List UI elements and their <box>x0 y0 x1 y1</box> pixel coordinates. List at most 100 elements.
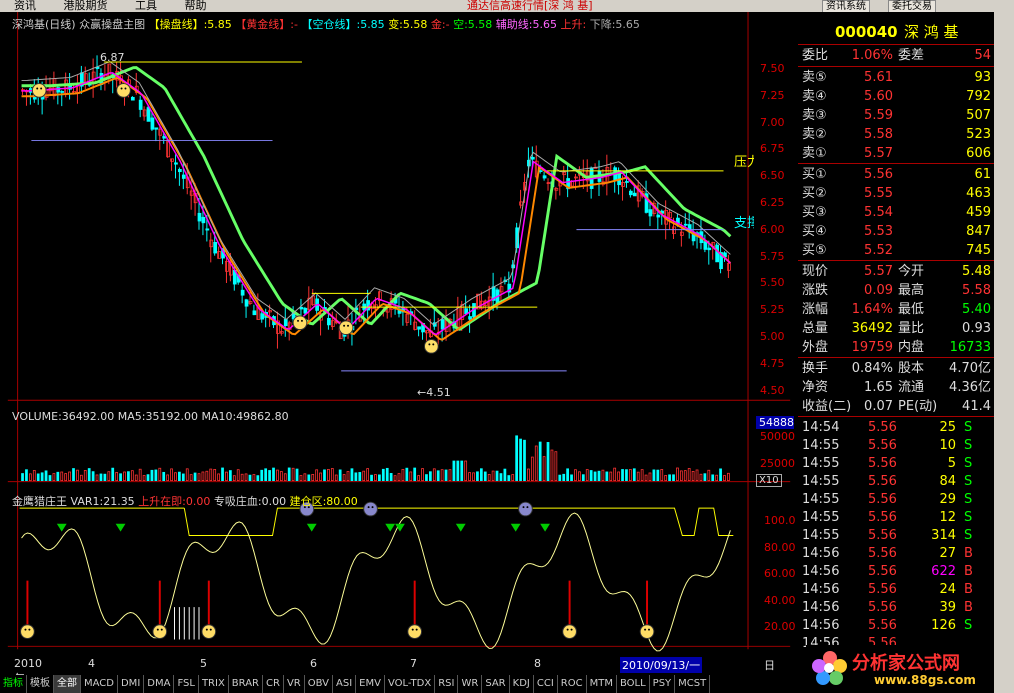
right-scrollbar[interactable] <box>994 0 1014 693</box>
tab-roc[interactable]: ROC <box>558 675 587 693</box>
tick-volume: 126 <box>931 618 956 633</box>
tab-vr[interactable]: VR <box>284 675 305 693</box>
bid-row[interactable]: 买① 5.56 61 <box>798 165 1003 184</box>
volume-bar <box>303 473 307 482</box>
menu-item-hk-futures[interactable]: 港股期货 <box>64 0 108 12</box>
price-tick: 6.50 <box>760 169 785 183</box>
tick-volume: 12 <box>939 510 956 525</box>
volume-bar <box>240 473 244 482</box>
tab-kdj[interactable]: KDJ <box>510 675 534 693</box>
indicator2-tick: 40.00 <box>764 593 796 607</box>
tab-模板[interactable]: 模板 <box>27 675 54 693</box>
menu-item-tools[interactable]: 工具 <box>135 0 157 12</box>
volume-bar <box>181 473 185 482</box>
volume-bar <box>652 469 656 482</box>
ask-row[interactable]: 卖⑤ 5.61 93 <box>798 68 1003 87</box>
stat-value: 5.57 <box>864 264 893 279</box>
volume-bar <box>558 474 562 482</box>
tab-wr[interactable]: WR <box>458 675 483 693</box>
quote-panel: 000040 深 鸿 基 委比 1.06% 委差 54 卖⑤ 5.61 93 卖④… <box>798 12 1014 693</box>
smiley-icon <box>407 624 423 639</box>
bid-row-price: 5.53 <box>864 224 893 239</box>
volume-bar <box>511 474 515 482</box>
menu-item-news[interactable]: 资讯 <box>14 0 36 12</box>
tab-vol-tdx[interactable]: VOL-TDX <box>385 675 436 693</box>
volume-bar <box>534 445 538 482</box>
ask-row[interactable]: 卖② 5.58 523 <box>798 125 1003 144</box>
tab-rsi[interactable]: RSI <box>435 675 459 693</box>
tab-mtm[interactable]: MTM <box>587 675 617 693</box>
candle-body <box>330 320 335 327</box>
smiley-icon-eye <box>160 628 163 631</box>
volume-bar <box>279 471 283 482</box>
op-line-value: :5.85 <box>203 18 232 31</box>
candle-body <box>648 209 653 217</box>
tab-指标[interactable]: 指标 <box>0 675 27 693</box>
volume-bar <box>295 468 299 482</box>
volume-bar <box>483 471 487 482</box>
smiley-icon-eye <box>209 628 212 631</box>
bid-row[interactable]: 买③ 5.54 459 <box>798 203 1003 222</box>
indicator2-tick: 80.00 <box>764 540 796 554</box>
volume-bar <box>146 474 150 482</box>
op-line-label: 【操盘线】 <box>148 18 204 31</box>
tab-dma[interactable]: DMA <box>144 675 175 693</box>
tab-cr[interactable]: CR <box>263 675 284 693</box>
ask-row[interactable]: 卖③ 5.59 507 <box>798 106 1003 125</box>
tab-psy[interactable]: PSY <box>650 675 676 693</box>
volume-bar <box>229 470 232 482</box>
volume-tick-50000: 50000 <box>760 430 795 443</box>
volume-bar <box>307 474 311 482</box>
news-system-button[interactable]: 资讯系统 <box>822 0 870 12</box>
kline-chart[interactable] <box>0 12 798 662</box>
smiley-icon-eye <box>566 628 569 631</box>
tab-boll[interactable]: BOLL <box>617 675 650 693</box>
tab-dmi[interactable]: DMI <box>118 675 145 693</box>
tab-macd[interactable]: MACD <box>81 675 118 693</box>
tab-obv[interactable]: OBV <box>305 675 333 693</box>
volume-bar <box>530 456 534 482</box>
stat-label: 净资 <box>802 380 829 395</box>
volume-bar <box>428 471 432 482</box>
ask-row-label: 卖① <box>802 146 827 161</box>
tick-row: 14:56 5.56 39 B <box>798 599 1003 617</box>
change-value: 变:5.58 <box>388 18 428 31</box>
tab-cci[interactable]: CCI <box>534 675 558 693</box>
volume-bar <box>432 468 436 482</box>
bid-row-price: 5.52 <box>864 243 893 258</box>
volume-bar <box>570 474 573 482</box>
ask-row[interactable]: 卖① 5.57 606 <box>798 144 1003 163</box>
volume-bar <box>476 471 479 482</box>
smiley-icon-eye <box>644 628 647 631</box>
tab-fsl[interactable]: FSL <box>174 675 199 693</box>
volume-bar <box>589 470 593 482</box>
bid-row[interactable]: 买④ 5.53 847 <box>798 222 1003 241</box>
volume-bar <box>48 475 52 482</box>
volume-bar <box>311 473 315 482</box>
ask-row[interactable]: 卖④ 5.60 792 <box>798 87 1003 106</box>
stat-label: 涨幅 <box>802 302 829 317</box>
smiley-icon-eye <box>40 87 43 90</box>
tab-asi[interactable]: ASI <box>333 675 357 693</box>
menu-item-help[interactable]: 帮助 <box>185 0 207 12</box>
bid-row[interactable]: 买⑤ 5.52 745 <box>798 241 1003 260</box>
volume-bar <box>232 475 236 482</box>
bid-row-volume: 61 <box>974 167 991 182</box>
thin-line <box>21 61 731 326</box>
volume-bar <box>272 467 275 482</box>
volume-bar <box>585 469 589 482</box>
tab-brar[interactable]: BRAR <box>229 675 263 693</box>
tab-trix[interactable]: TRIX <box>199 675 229 693</box>
price-tick: 7.00 <box>760 115 785 129</box>
stat-label: 流通 <box>898 380 925 395</box>
volume-bar <box>527 468 530 482</box>
tab-emv[interactable]: EMV <box>356 675 385 693</box>
candle-body <box>468 316 472 320</box>
smiley-icon <box>338 320 354 336</box>
tab-全部[interactable]: 全部 <box>54 675 81 693</box>
frown-icon-eye <box>371 506 374 509</box>
bid-row[interactable]: 买② 5.55 463 <box>798 184 1003 203</box>
trade-button[interactable]: 委托交易 <box>888 0 936 12</box>
tab-sar[interactable]: SAR <box>482 675 510 693</box>
tab-mcst[interactable]: MCST <box>675 675 711 693</box>
